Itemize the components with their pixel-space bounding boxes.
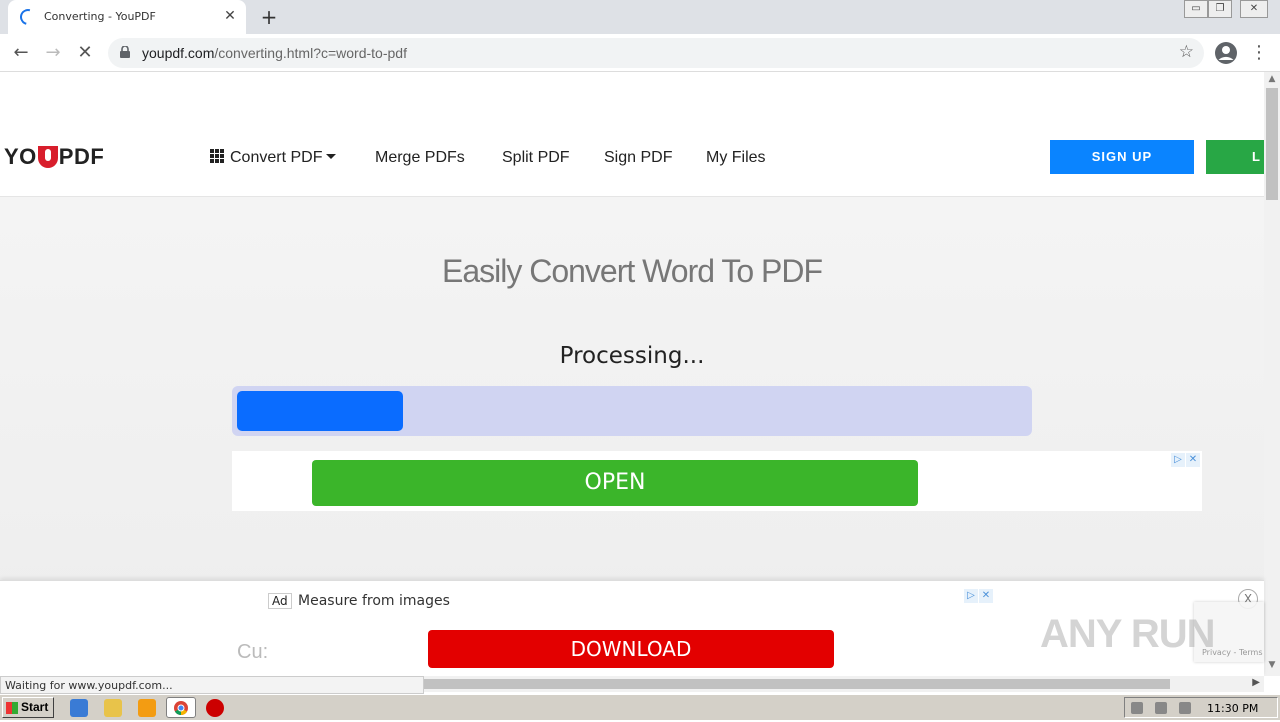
tab-strip: Converting - YouPDF ✕ + ▭ ❐ ✕: [0, 0, 1280, 34]
nav-merge-pdfs[interactable]: Merge PDFs: [375, 149, 465, 167]
ad-info-icon[interactable]: ▷: [1171, 453, 1185, 467]
nav-my-files[interactable]: My Files: [706, 149, 766, 167]
address-bar[interactable]: youpdf.com/converting.html?c=word-to-pdf…: [108, 38, 1204, 68]
inline-ad: OPEN ▷ ✕: [232, 451, 1202, 511]
browser-tab[interactable]: Converting - YouPDF ✕: [8, 0, 246, 34]
progress-bar: [232, 386, 1032, 436]
site-logo[interactable]: YO PDF: [4, 144, 104, 170]
tab-title: Converting - YouPDF: [44, 10, 156, 23]
vertical-scrollbar[interactable]: ▲ ▼: [1264, 72, 1280, 676]
forward-button[interactable]: →: [40, 40, 66, 66]
ad-choices-bottom[interactable]: ▷ ✕: [964, 589, 993, 603]
chrome-taskbar-item[interactable]: [166, 697, 196, 718]
browser-toolbar: ← → ✕ youpdf.com/converting.html?c=word-…: [0, 34, 1280, 72]
nav-split-pdf[interactable]: Split PDF: [502, 149, 570, 167]
ad-label: Ad: [268, 593, 292, 609]
folder-icon[interactable]: [104, 699, 122, 717]
menu-kebab-icon[interactable]: ⋮: [1250, 40, 1268, 66]
processing-text: Processing...: [559, 343, 705, 369]
scroll-right-icon[interactable]: ▶: [1252, 677, 1260, 688]
maximize-button[interactable]: ❐: [1208, 0, 1232, 18]
loading-spinner-icon: [17, 6, 39, 28]
flag-icon[interactable]: [1179, 702, 1191, 714]
sign-up-button[interactable]: SIGN UP: [1050, 140, 1194, 174]
open-ad-button[interactable]: OPEN: [312, 460, 918, 506]
hero-section: Easily Convert Word To PDF Processing...…: [0, 197, 1264, 617]
profile-icon[interactable]: [1214, 41, 1238, 65]
lock-icon: [120, 46, 130, 58]
status-bar: Waiting for www.youpdf.com...: [0, 676, 424, 694]
hscroll-thumb[interactable]: [424, 679, 1170, 689]
caret-down-icon: [326, 154, 337, 159]
ad-choices[interactable]: ▷ ✕: [1171, 453, 1200, 467]
taskbar: Start 11:30 PM: [0, 694, 1280, 720]
nav-convert-pdf[interactable]: Convert PDF: [210, 149, 337, 167]
grid-icon: [210, 149, 224, 163]
clock: 11:30 PM: [1207, 702, 1259, 715]
ad-close-icon[interactable]: ✕: [1186, 453, 1200, 467]
minimize-button[interactable]: ▭: [1184, 0, 1208, 18]
start-button[interactable]: Start: [2, 697, 54, 718]
login-button[interactable]: L: [1206, 140, 1264, 174]
new-tab-button[interactable]: +: [258, 6, 280, 28]
media-player-icon[interactable]: [138, 699, 156, 717]
horizontal-scrollbar[interactable]: ▶: [424, 676, 1264, 692]
ie-icon[interactable]: [70, 699, 88, 717]
scroll-thumb[interactable]: [1266, 88, 1278, 200]
nav-sign-pdf[interactable]: Sign PDF: [604, 149, 672, 167]
download-ad-button[interactable]: DOWNLOAD: [428, 630, 834, 668]
url-text: youpdf.com/converting.html?c=word-to-pdf: [142, 45, 407, 61]
network-icon[interactable]: [1155, 702, 1167, 714]
logo-mark-icon: [37, 146, 58, 168]
scroll-down-icon[interactable]: ▼: [1264, 660, 1280, 674]
scroll-up-icon[interactable]: ▲: [1264, 74, 1280, 88]
windows-logo-icon: [6, 702, 18, 714]
stop-button[interactable]: ✕: [72, 40, 98, 66]
ad-info-icon[interactable]: ▷: [964, 589, 978, 603]
partial-text: Cu:: [237, 641, 269, 663]
close-window-button[interactable]: ✕: [1240, 0, 1268, 18]
system-tray: 11:30 PM: [1124, 697, 1278, 718]
ad-close-icon[interactable]: ✕: [979, 589, 993, 603]
back-button[interactable]: ←: [8, 40, 34, 66]
tab-close-button[interactable]: ✕: [222, 8, 238, 24]
watermark: ANY RUN: [1040, 612, 1216, 656]
volume-icon[interactable]: [1131, 702, 1143, 714]
page-title: Easily Convert Word To PDF: [441, 253, 823, 289]
ad-text[interactable]: Measure from images: [298, 593, 450, 609]
chrome-icon: [174, 701, 188, 716]
site-navbar: YO PDF Convert PDF Merge PDFs Split PDF S…: [0, 124, 1264, 197]
opera-icon[interactable]: [206, 699, 224, 717]
bookmark-star-icon[interactable]: ☆: [1179, 42, 1194, 62]
progress-fill: [237, 391, 403, 431]
